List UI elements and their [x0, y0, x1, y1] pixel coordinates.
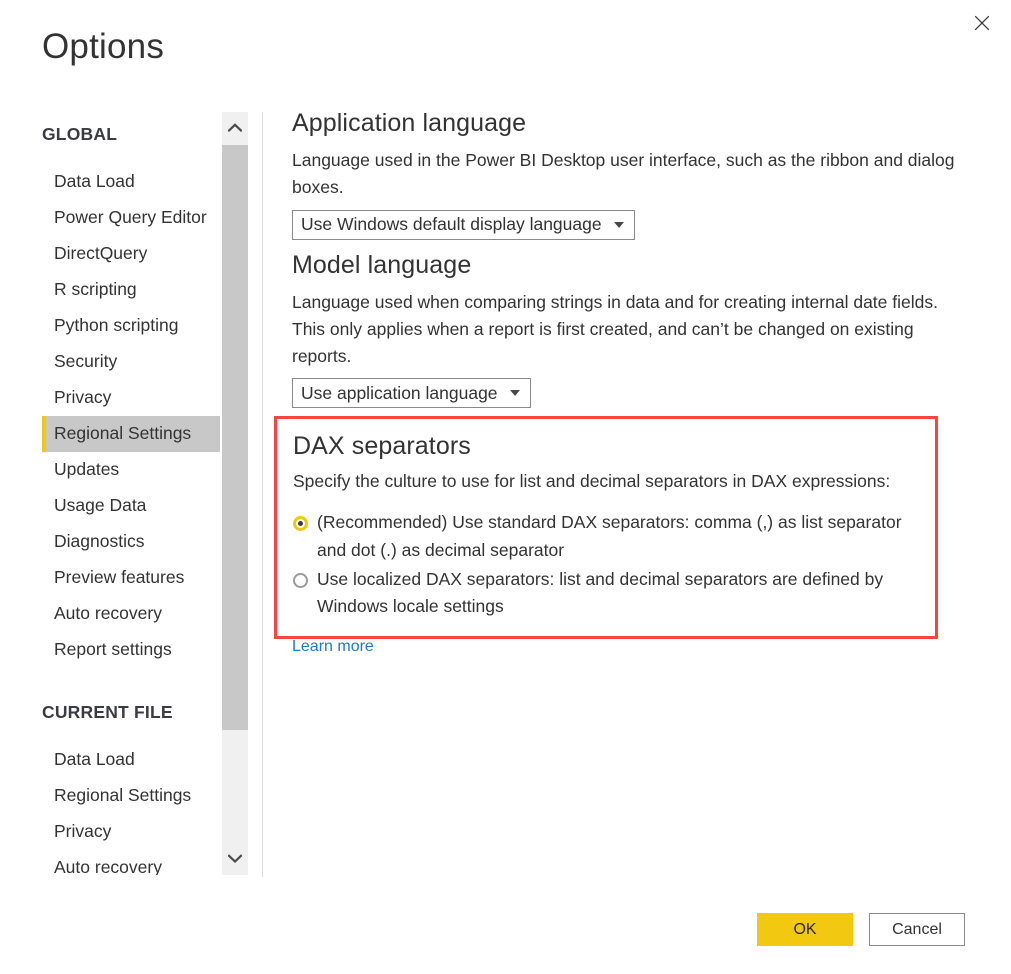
model-language-dropdown-value: Use application language — [301, 383, 498, 404]
cancel-button[interactable]: Cancel — [869, 913, 965, 946]
model-language-section: Model language Language used when compar… — [292, 250, 982, 409]
page-title: Options — [42, 28, 164, 67]
sidebar-item-label: DirectQuery — [54, 243, 147, 264]
sidebar-item-label: R scripting — [54, 279, 137, 300]
sidebar-group-title-current-file: CURRENT FILE — [0, 704, 222, 722]
sidebar-item-current-file-data-load[interactable]: Data Load — [0, 741, 222, 777]
sidebar-item-r-scripting[interactable]: R scripting — [0, 272, 222, 308]
sidebar-item-label: Report settings — [54, 639, 172, 660]
sidebar-item-usage-data[interactable]: Usage Data — [0, 488, 222, 524]
close-icon — [974, 15, 990, 31]
sidebar-item-directquery[interactable]: DirectQuery — [0, 236, 222, 272]
radio-selected-icon[interactable] — [293, 516, 308, 531]
chevron-down-icon — [228, 850, 242, 868]
dax-separators-option-standard-label: (Recommended) Use standard DAX separator… — [317, 509, 919, 563]
sidebar-item-label: Privacy — [54, 821, 111, 842]
sidebar-item-python-scripting[interactable]: Python scripting — [0, 308, 222, 344]
sidebar-item-data-load[interactable]: Data Load — [0, 164, 222, 200]
dax-separators-option-localized[interactable]: Use localized DAX separators: list and d… — [293, 566, 919, 620]
sidebar-item-auto-recovery[interactable]: Auto recovery — [0, 596, 222, 632]
sidebar-item-label: Updates — [54, 459, 119, 480]
sidebar-item-label: Preview features — [54, 567, 184, 588]
close-button[interactable] — [959, 4, 1005, 42]
sidebar-item-label: Power Query Editor — [54, 207, 207, 228]
sidebar-item-diagnostics[interactable]: Diagnostics — [0, 524, 222, 560]
sidebar-item-label: Regional Settings — [54, 423, 191, 444]
sidebar-item-label: Auto recovery — [54, 603, 162, 624]
sidebar-item-regional-settings[interactable]: Regional Settings — [42, 416, 220, 452]
sidebar-item-label: Diagnostics — [54, 531, 144, 552]
sidebar-item-power-query-editor[interactable]: Power Query Editor — [0, 200, 222, 236]
sidebar-item-label: Usage Data — [54, 495, 146, 516]
sidebar-item-report-settings[interactable]: Report settings — [0, 632, 222, 668]
dax-separators-option-localized-label: Use localized DAX separators: list and d… — [317, 566, 919, 620]
scroll-down-button[interactable] — [222, 843, 248, 875]
sidebar-group-title-global: GLOBAL — [0, 126, 222, 144]
sidebar-item-label: Privacy — [54, 387, 111, 408]
application-language-section: Application language Language used in th… — [292, 108, 982, 240]
sidebar-item-current-file-auto-recovery[interactable]: Auto recovery — [0, 849, 222, 875]
sidebar-item-label: Auto recovery — [54, 857, 162, 876]
options-sidebar: GLOBAL Data Load Power Query Editor Dire… — [0, 112, 222, 875]
sidebar-item-current-file-privacy[interactable]: Privacy — [0, 813, 222, 849]
model-language-description: Language used when comparing strings in … — [292, 289, 970, 370]
sidebar-item-current-file-regional-settings[interactable]: Regional Settings — [0, 777, 222, 813]
pane-divider — [262, 112, 263, 877]
sidebar-item-label: Data Load — [54, 171, 135, 192]
application-language-description: Language used in the Power BI Desktop us… — [292, 147, 970, 201]
sidebar-item-privacy[interactable]: Privacy — [0, 380, 222, 416]
sidebar-item-label: Security — [54, 351, 117, 372]
sidebar-item-label: Data Load — [54, 749, 135, 770]
dax-separators-heading: DAX separators — [293, 431, 919, 462]
dax-separators-section: DAX separators Specify the culture to us… — [274, 416, 938, 639]
sidebar-item-updates[interactable]: Updates — [0, 452, 222, 488]
options-content-pane: Application language Language used in th… — [292, 108, 982, 408]
radio-unselected-icon[interactable] — [293, 573, 308, 588]
sidebar-item-preview-features[interactable]: Preview features — [0, 560, 222, 596]
model-language-dropdown[interactable]: Use application language — [292, 378, 531, 408]
dax-separators-option-standard[interactable]: (Recommended) Use standard DAX separator… — [293, 509, 919, 563]
ok-button[interactable]: OK — [757, 913, 853, 946]
scrollbar-thumb[interactable] — [222, 145, 248, 730]
chevron-down-icon — [510, 390, 520, 396]
sidebar-scrollbar[interactable] — [222, 112, 248, 875]
scroll-up-button[interactable] — [222, 112, 248, 144]
model-language-heading: Model language — [292, 250, 982, 281]
application-language-heading: Application language — [292, 108, 982, 139]
options-dialog: Options GLOBAL Data Load Power Query Edi… — [0, 0, 1011, 974]
learn-more-link[interactable]: Learn more — [292, 638, 374, 656]
chevron-down-icon — [614, 222, 624, 228]
sidebar-item-security[interactable]: Security — [0, 344, 222, 380]
dialog-footer: OK Cancel — [757, 913, 965, 946]
dax-separators-description: Specify the culture to use for list and … — [293, 468, 919, 495]
application-language-dropdown[interactable]: Use Windows default display language — [292, 210, 635, 240]
sidebar-item-label: Python scripting — [54, 315, 179, 336]
sidebar-item-label: Regional Settings — [54, 785, 191, 806]
chevron-up-icon — [228, 119, 242, 137]
application-language-dropdown-value: Use Windows default display language — [301, 214, 602, 235]
